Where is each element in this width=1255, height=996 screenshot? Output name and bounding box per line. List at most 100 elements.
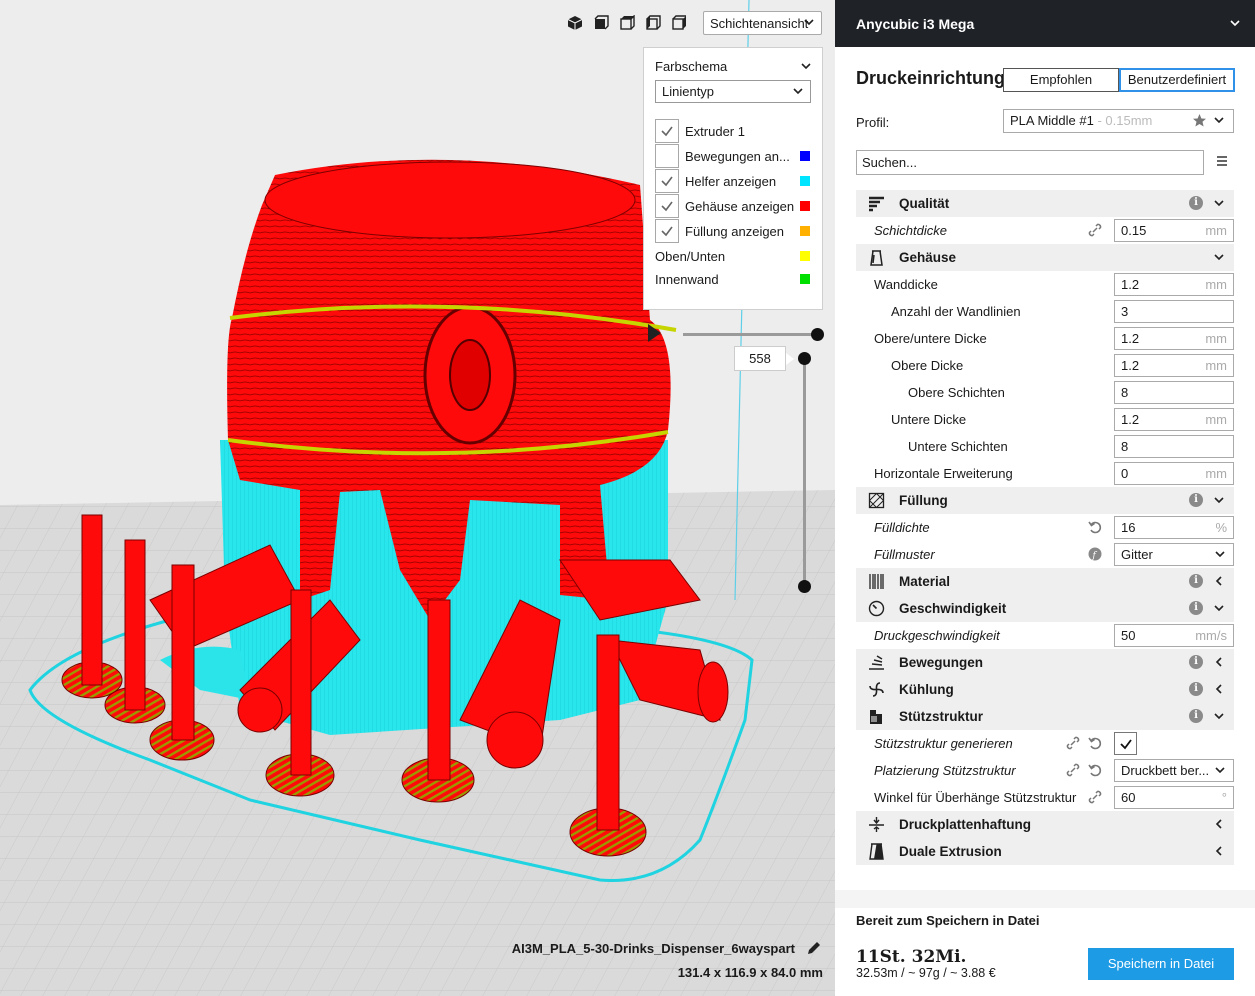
- legend-checkbox[interactable]: [655, 144, 679, 168]
- travel-icon: [869, 655, 884, 670]
- setting-label: Fülldichte: [874, 520, 930, 535]
- category-material[interactable]: Material i: [856, 568, 1234, 595]
- category-infill[interactable]: Füllung i: [856, 487, 1234, 514]
- support-placement-select[interactable]: Druckbett ber...: [1114, 759, 1234, 782]
- chevron-down-icon: [1214, 117, 1224, 124]
- view-top-button[interactable]: [617, 13, 637, 33]
- info-icon[interactable]: i: [1189, 196, 1203, 210]
- profile-name: PLA Middle #1: [1010, 113, 1094, 128]
- infill-density-input[interactable]: 16%: [1114, 516, 1234, 539]
- reset-icon[interactable]: [1088, 763, 1102, 777]
- save-to-file-button[interactable]: Speichern in Datei: [1088, 948, 1234, 980]
- infill-pattern-select[interactable]: Gitter: [1114, 543, 1234, 566]
- layer-slider-upper-handle[interactable]: [798, 352, 811, 365]
- layer-path-track[interactable]: [683, 333, 817, 336]
- setting-top-thickness: Obere Dicke 1.2 mm: [856, 352, 1234, 379]
- category-shell[interactable]: Gehäuse: [856, 244, 1234, 271]
- chevron-down-icon: [1214, 200, 1224, 207]
- setting-label: Anzahl der Wandlinien: [891, 304, 1021, 319]
- category-label: Stützstruktur: [899, 709, 983, 724]
- link-icon[interactable]: [1088, 790, 1102, 804]
- setting-infill-density: Fülldichte 16%: [856, 514, 1234, 541]
- checkmark-icon: [661, 226, 673, 237]
- hamburger-menu-icon[interactable]: [1216, 155, 1228, 167]
- print-speed-input[interactable]: 50 mm/s: [1114, 624, 1234, 647]
- view-right-button[interactable]: [669, 13, 689, 33]
- reset-icon[interactable]: [1088, 736, 1102, 750]
- legend-row[interactable]: Extruder 1: [655, 119, 815, 143]
- layer-slider-lower-handle[interactable]: [798, 580, 811, 593]
- print-time: 11St. 32Mi.: [856, 947, 967, 967]
- legend-row[interactable]: Füllung anzeigen: [655, 219, 815, 243]
- job-name: AI3M_PLA_5-30-Drinks_Dispenser_6wayspart: [511, 941, 795, 956]
- profile-select[interactable]: PLA Middle #1 - 0.15mm: [1003, 109, 1234, 133]
- link-icon[interactable]: [1088, 223, 1102, 237]
- legend-checkbox[interactable]: [655, 219, 679, 243]
- profile-layer: - 0.15mm: [1093, 113, 1153, 128]
- current-layer-field[interactable]: 558: [734, 346, 794, 371]
- top-bottom-thickness-input[interactable]: 1.2 mm: [1114, 327, 1234, 350]
- support-angle-input[interactable]: 60 °: [1114, 786, 1234, 809]
- legend-checkbox[interactable]: [655, 119, 679, 143]
- field-value: 50: [1121, 628, 1136, 643]
- link-icon[interactable]: [1066, 763, 1080, 777]
- bottom-thickness-input[interactable]: 1.2 mm: [1114, 408, 1234, 431]
- category-adhesion[interactable]: Druckplattenhaftung: [856, 811, 1234, 838]
- legend-color-swatch: [800, 151, 810, 161]
- play-layers-button[interactable]: [648, 324, 661, 342]
- function-icon[interactable]: f: [1088, 547, 1102, 561]
- field-value: 1.2: [1121, 412, 1140, 427]
- wall-line-count-input[interactable]: 3: [1114, 300, 1234, 323]
- field-value: 1.2: [1121, 277, 1140, 292]
- horizontal-expansion-input[interactable]: 0 mm: [1114, 462, 1234, 485]
- info-icon[interactable]: i: [1189, 682, 1203, 696]
- field-unit: mm: [1205, 277, 1227, 292]
- wall-thickness-input[interactable]: 1.2 mm: [1114, 273, 1234, 296]
- layer-slider-track[interactable]: [803, 358, 806, 588]
- profile-label: Profil:: [856, 115, 890, 130]
- setting-label: Füllmuster: [874, 547, 935, 562]
- setting-horizontal-expansion: Horizontale Erweiterung 0 mm: [856, 460, 1234, 487]
- view-mode-select[interactable]: Schichtenansicht: [703, 11, 822, 35]
- category-travel[interactable]: Bewegungen i: [856, 649, 1234, 676]
- legend-row[interactable]: Bewegungen an...: [655, 144, 815, 168]
- view-3d-button[interactable]: [565, 13, 585, 33]
- category-cooling[interactable]: Kühlung i: [856, 676, 1234, 703]
- legend-label: Helfer anzeigen: [685, 174, 777, 189]
- line-type-select[interactable]: Linientyp: [655, 80, 811, 103]
- info-icon[interactable]: i: [1189, 574, 1203, 588]
- star-icon[interactable]: [1192, 113, 1207, 128]
- legend-row[interactable]: Helfer anzeigen: [655, 169, 815, 193]
- legend-row[interactable]: Gehäuse anzeigen: [655, 194, 815, 218]
- info-icon[interactable]: i: [1189, 601, 1203, 615]
- support-icon: [870, 710, 882, 724]
- 3d-viewport[interactable]: Schichtenansicht Farbschema Linientyp Ex…: [0, 0, 835, 996]
- info-icon[interactable]: i: [1189, 655, 1203, 669]
- settings-search-input[interactable]: [856, 150, 1204, 175]
- legend-checkbox[interactable]: [655, 169, 679, 193]
- layer-height-input[interactable]: 0.15 mm: [1114, 219, 1234, 242]
- legend-checkbox[interactable]: [655, 194, 679, 218]
- collapse-chevron-icon[interactable]: [800, 60, 812, 72]
- setting-label: Schichtdicke: [874, 223, 947, 238]
- info-icon[interactable]: i: [1189, 709, 1203, 723]
- category-dual-extrusion[interactable]: Duale Extrusion: [856, 838, 1234, 865]
- cube-3d-icon: [567, 16, 583, 30]
- category-quality[interactable]: Qualität i: [856, 190, 1234, 217]
- custom-mode-button[interactable]: Benutzerdefiniert: [1119, 68, 1235, 92]
- category-speed[interactable]: Geschwindigkeit i: [856, 595, 1234, 622]
- pencil-icon[interactable]: [806, 940, 822, 956]
- info-icon[interactable]: i: [1189, 493, 1203, 507]
- layer-path-handle[interactable]: [811, 328, 824, 341]
- top-thickness-input[interactable]: 1.2 mm: [1114, 354, 1234, 377]
- support-enable-checkbox[interactable]: [1114, 732, 1137, 755]
- view-left-button[interactable]: [643, 13, 663, 33]
- reset-icon[interactable]: [1088, 520, 1102, 534]
- link-icon[interactable]: [1066, 736, 1080, 750]
- recommended-mode-button[interactable]: Empfohlen: [1003, 68, 1119, 92]
- machine-selector[interactable]: Anycubic i3 Mega: [835, 0, 1255, 47]
- category-support[interactable]: Stützstruktur i: [856, 703, 1234, 730]
- bottom-layers-input[interactable]: 8: [1114, 435, 1234, 458]
- top-layers-input[interactable]: 8: [1114, 381, 1234, 404]
- view-front-button[interactable]: [591, 13, 611, 33]
